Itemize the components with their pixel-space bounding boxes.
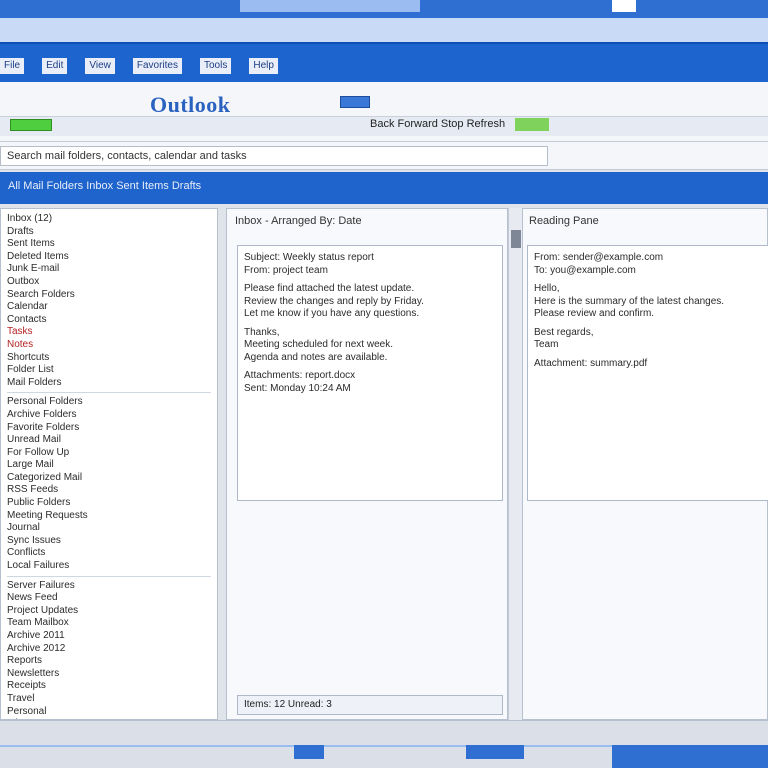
tab-strip-highlight[interactable]	[240, 0, 420, 12]
menu-bar: File Edit View Favorites Tools Help	[0, 42, 768, 82]
folder-item[interactable]: Drafts	[7, 226, 211, 239]
folder-item[interactable]: Sent Items	[7, 238, 211, 251]
message-line: Subject: Weekly status report	[244, 252, 374, 263]
message-line: Let me know if you have any questions.	[244, 308, 420, 319]
folder-item[interactable]: Contacts	[7, 314, 211, 327]
menu-item-edit[interactable]: Edit	[42, 58, 68, 74]
folder-item[interactable]: Notes	[7, 339, 211, 352]
folder-item[interactable]: Archive Folders	[7, 409, 211, 422]
reading-line: Hello,	[534, 283, 560, 294]
reading-line: Attachment: summary.pdf	[534, 357, 648, 369]
folder-item[interactable]: Deleted Items	[7, 251, 211, 264]
scrollbar-thumb[interactable]	[511, 230, 521, 248]
folder-item[interactable]: Calendar	[7, 301, 211, 314]
folder-item[interactable]: Shortcuts	[7, 352, 211, 365]
toolbar: Outlook Back Forward Stop Refresh	[0, 82, 768, 142]
reading-line: Best regards,	[534, 326, 594, 338]
folder-item[interactable]: Tasks	[7, 326, 211, 339]
search-row: Search mail folders, contacts, calendar …	[0, 142, 768, 170]
folder-item[interactable]: Reports	[7, 655, 211, 668]
address-badge[interactable]	[515, 118, 549, 131]
folder-item[interactable]: Archive 2012	[7, 643, 211, 656]
vertical-scrollbar[interactable]	[508, 208, 522, 720]
reading-line: Team	[534, 339, 559, 350]
menu-item-help[interactable]: Help	[249, 58, 278, 74]
reading-pane-title: Reading Pane	[529, 215, 599, 227]
taskbar	[0, 720, 768, 768]
message-line: Thanks,	[244, 326, 280, 338]
taskbar-item-1[interactable]	[294, 745, 324, 759]
folder-item[interactable]: Journal	[7, 522, 211, 535]
folder-item[interactable]: Newsletters	[7, 668, 211, 681]
menu-item-view[interactable]: View	[85, 58, 115, 74]
address-text: Back Forward Stop Refresh	[370, 118, 506, 130]
reading-pane: Reading Pane From: sender@example.com To:…	[522, 208, 768, 720]
folder-nav-label: All Mail Folders Inbox Sent Items Drafts	[8, 180, 202, 192]
message-line: Please find attached the latest update.	[244, 283, 415, 294]
taskbar-item-2[interactable]	[466, 745, 524, 759]
message-line: From: project team	[244, 264, 328, 276]
message-card[interactable]: Subject: Weekly status report From: proje…	[237, 245, 503, 501]
folder-item[interactable]: News Feed	[7, 592, 211, 605]
folder-pane: Inbox (12) Drafts Sent Items Deleted Items J…	[0, 208, 218, 720]
search-input[interactable]: Search mail folders, contacts, calendar …	[0, 146, 548, 166]
folder-item[interactable]: Local Failures	[7, 560, 211, 573]
reading-line: To: you@example.com	[534, 264, 636, 276]
message-line: Attachments: report.docx	[244, 370, 356, 381]
folder-item[interactable]: Categorized Mail	[7, 472, 211, 485]
title-band	[0, 18, 768, 42]
menu-item-favorites[interactable]: Favorites	[132, 58, 182, 74]
reading-line: From: sender@example.com	[534, 252, 664, 263]
message-list-status: Items: 12 Unread: 3	[237, 695, 503, 715]
folder-item[interactable]: Conflicts	[7, 547, 211, 560]
folder-item[interactable]: Junk E-mail	[7, 263, 211, 276]
folder-item[interactable]: Receipts	[7, 680, 211, 693]
message-list-pane: Inbox - Arranged By: Date Subject: Weekl…	[226, 208, 508, 720]
taskbar-tray[interactable]	[612, 745, 768, 768]
folder-item[interactable]: Personal	[7, 706, 211, 719]
message-line: Sent: Monday 10:24 AM	[244, 382, 351, 394]
message-line: Agenda and notes are available.	[244, 351, 388, 363]
folder-item[interactable]: For Follow Up	[7, 447, 211, 460]
tab-strip-small[interactable]	[612, 0, 636, 12]
folder-item[interactable]: Mail Folders	[7, 377, 211, 390]
folder-item[interactable]: Inbox (12)	[7, 213, 211, 226]
status-indicator	[10, 119, 52, 131]
reading-pane-card: From: sender@example.com To: you@example.…	[527, 245, 768, 501]
message-list-title: Inbox - Arranged By: Date	[235, 215, 362, 227]
reading-line: Please review and confirm.	[534, 308, 655, 319]
folder-item[interactable]: Search Folders	[7, 289, 211, 302]
folder-item[interactable]: Personal Folders	[7, 396, 211, 409]
folder-item[interactable]: Folder List	[7, 364, 211, 377]
folder-item[interactable]: Sync Issues	[7, 535, 211, 548]
folder-item[interactable]: Travel	[7, 693, 211, 706]
folder-item[interactable]: Team Mailbox	[7, 617, 211, 630]
folder-item[interactable]: Server Failures	[7, 580, 211, 593]
folder-item[interactable]: Meeting Requests	[7, 510, 211, 523]
folder-item[interactable]: Public Folders	[7, 497, 211, 510]
app-logo: Outlook	[150, 92, 231, 117]
folder-item[interactable]: Outbox	[7, 276, 211, 289]
folder-item[interactable]: Archive 2011	[7, 630, 211, 643]
reading-line: Here is the summary of the latest change…	[534, 295, 725, 307]
folder-item[interactable]: RSS Feeds	[7, 484, 211, 497]
message-line: Review the changes and reply by Friday.	[244, 295, 424, 307]
top-window-strip	[0, 0, 768, 18]
message-line: Meeting scheduled for next week.	[244, 339, 393, 350]
toolbar-button[interactable]	[340, 96, 370, 108]
folder-item[interactable]: Large Mail	[7, 459, 211, 472]
folder-divider	[7, 392, 211, 394]
menu-item-tools[interactable]: Tools	[199, 58, 232, 74]
folder-item[interactable]: Project Updates	[7, 605, 211, 618]
folder-item[interactable]: Unread Mail	[7, 434, 211, 447]
folder-nav-bar: All Mail Folders Inbox Sent Items Drafts	[0, 172, 768, 204]
folder-divider	[7, 575, 211, 577]
folder-item[interactable]: Favorite Folders	[7, 422, 211, 435]
menu-item-file[interactable]: File	[0, 58, 25, 74]
